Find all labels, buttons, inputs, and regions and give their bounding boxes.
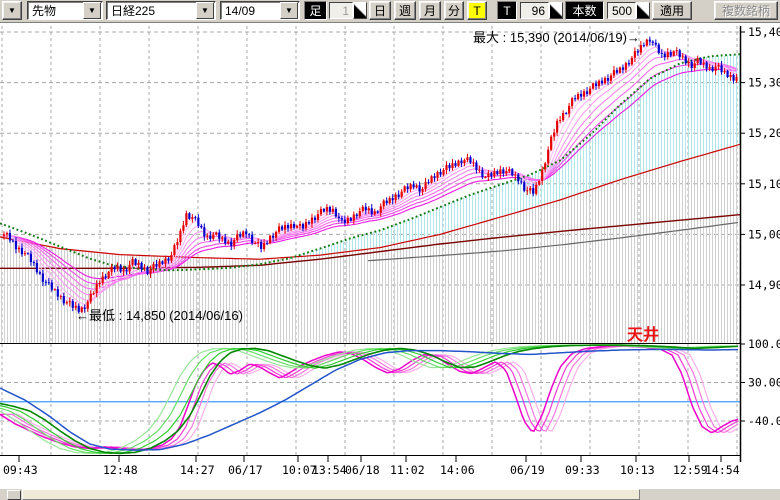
x-axis-label: 06/19 (510, 463, 545, 477)
interval-day-button[interactable]: 日 (369, 1, 391, 20)
oscillator-layer (0, 345, 740, 453)
ashi-label: 足 (304, 1, 327, 20)
x-axis-label: 09:43 (3, 463, 38, 477)
ceiling-annotation: 天井 (627, 325, 659, 344)
interval-spinner-icon[interactable] (353, 2, 367, 19)
symbol-select[interactable]: 日経225 ▼ (106, 1, 216, 20)
osc-axis-label: 30.00 (748, 376, 780, 390)
osc-axis-label: 100.00 (748, 337, 780, 351)
bars-label: 本数 (565, 1, 604, 20)
interval-month-button[interactable]: 月 (419, 1, 441, 20)
contract-month-select[interactable]: 14/09 ▼ (220, 1, 300, 20)
chevron-down-icon: ▼ (8, 6, 16, 15)
x-axis-label: 14:06 (440, 463, 475, 477)
symbol-value: 日経225 (107, 2, 196, 19)
y-axis-label: 15,400 (748, 25, 780, 39)
contract-month-value: 14/09 (221, 4, 280, 18)
interval-minute-button[interactable]: 分 (444, 1, 464, 20)
x-axis-label: 06/17 (228, 463, 263, 477)
t-value-spinner-icon[interactable] (549, 2, 563, 19)
x-axis-label: 10:13 (620, 463, 655, 477)
apply-button[interactable]: 適用 (652, 1, 692, 20)
y-axis-label: 15,200 (748, 126, 780, 140)
scroll-left-button[interactable] (7, 490, 21, 500)
y-axis-label: 15,300 (748, 76, 780, 90)
chart-area[interactable]: 15,400 15,300 15,200 15,100 15,000 14,900 100.… (0, 22, 780, 500)
chart-canvas[interactable]: 15,400 15,300 15,200 15,100 15,000 14,900 100.… (0, 22, 780, 500)
interval-week-button[interactable]: 週 (394, 1, 416, 20)
scrollbar-thumb[interactable] (22, 489, 640, 500)
x-axis-label: 09:33 (565, 463, 600, 477)
bars-value-spinner-icon[interactable] (636, 2, 650, 19)
window-dropdown-button[interactable]: ▼ (2, 1, 22, 20)
t-label: T (497, 1, 517, 20)
chevron-down-icon[interactable]: ▼ (280, 2, 298, 19)
horizontal-scrollbar[interactable] (0, 489, 780, 500)
x-axis-label: 06/18 (345, 463, 380, 477)
interval-input[interactable]: 1 (329, 2, 353, 19)
chevron-down-icon[interactable]: ▼ (83, 2, 101, 19)
chevron-down-icon[interactable]: ▼ (196, 2, 214, 19)
t-value-input[interactable]: 96 (520, 2, 549, 19)
instrument-type-value: 先物 (28, 2, 83, 19)
toolbar: ▼ 先物 ▼ 日経225 ▼ 14/09 ▼ 足 1 日 週 月 分 T T 9… (0, 0, 780, 23)
y-axis-label: 15,000 (748, 227, 780, 241)
x-axis-label: 14:54 (705, 463, 740, 477)
x-axis-label: 14:27 (180, 463, 215, 477)
max-annotation: 最大 : 15,390 (2014/06/19)→ (473, 30, 640, 45)
y-axis-label: 14,900 (748, 278, 780, 292)
osc-axis-label: -40.00 (748, 414, 780, 428)
min-annotation: ←最低 : 14,850 (2014/06/16) (76, 308, 243, 323)
x-axis-label: 12:48 (103, 463, 138, 477)
instrument-type-select[interactable]: 先物 ▼ (27, 1, 103, 20)
x-axis-label: 12:59 (673, 463, 708, 477)
tick-toggle-button[interactable]: T (467, 1, 487, 20)
x-axis-label: 11:02 (390, 463, 425, 477)
y-axis-label: 15,100 (748, 177, 780, 191)
bars-value-input[interactable]: 500 (607, 2, 636, 19)
x-axis-label: 13:54 (312, 463, 347, 477)
multi-symbol-button[interactable]: 複数銘柄 (714, 1, 778, 20)
